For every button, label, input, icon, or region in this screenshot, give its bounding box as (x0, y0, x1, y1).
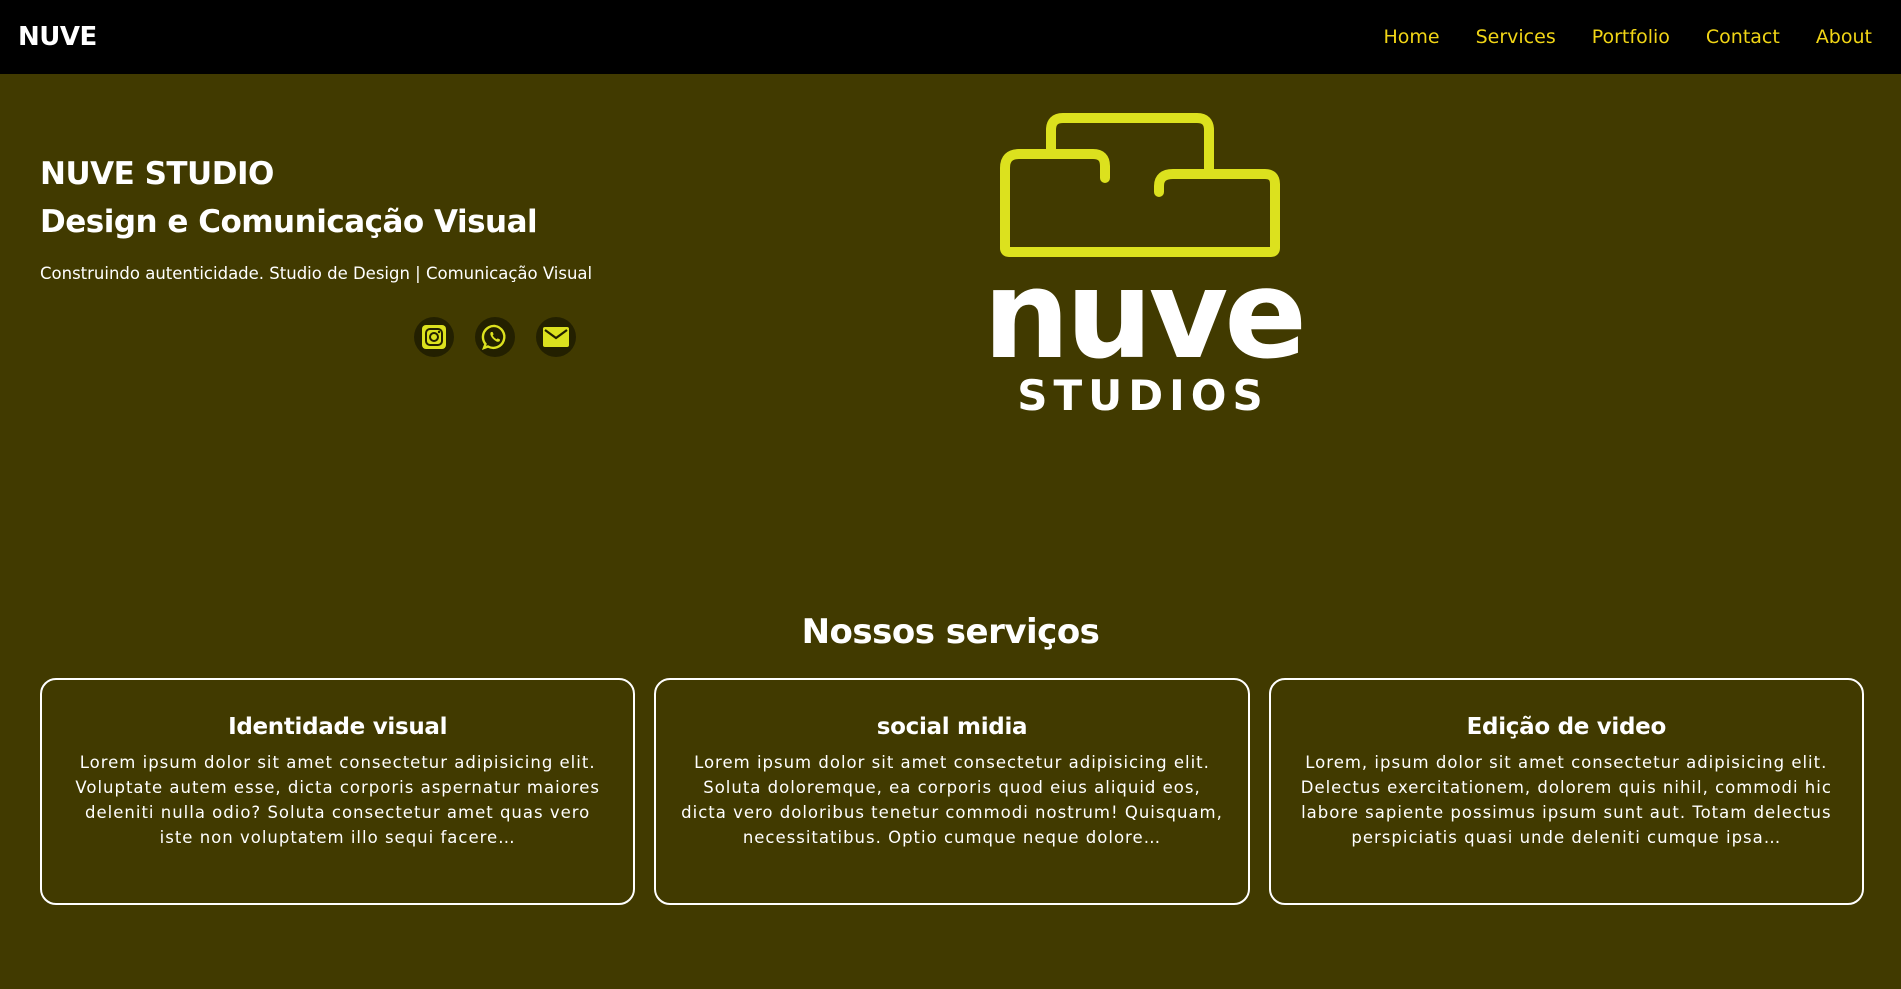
nav-link-portfolio[interactable]: Portfolio (1592, 26, 1670, 48)
service-card: Edição de video Lorem, ipsum dolor sit a… (1268, 678, 1864, 905)
hero-title: NUVE STUDIO Design e Comunicação Visual (40, 150, 600, 246)
services-cards: Identidade visual Lorem ipsum dolor sit … (40, 678, 1864, 905)
service-card: social midia Lorem ipsum dolor sit amet … (654, 678, 1250, 905)
nav-link-services[interactable]: Services (1476, 26, 1556, 48)
nav-link-home[interactable]: Home (1383, 26, 1439, 48)
brand-logo[interactable]: NUVE (18, 22, 97, 52)
instagram-icon (422, 325, 446, 349)
whatsapp-button[interactable] (475, 317, 515, 357)
navbar: NUVE Home Services Portfolio Contact Abo… (0, 0, 1901, 74)
instagram-button[interactable] (414, 317, 454, 357)
hero-title-line1: NUVE STUDIO (40, 156, 274, 192)
service-card-title: Identidade visual (228, 714, 448, 740)
whatsapp-icon (481, 324, 506, 351)
service-card-text: Lorem ipsum dolor sit amet consectetur a… (681, 753, 1223, 847)
service-card-text: Lorem, ipsum dolor sit amet consectetur … (1300, 753, 1832, 847)
services-title: Nossos serviços (801, 612, 1100, 652)
nav-link-contact[interactable]: Contact (1706, 26, 1780, 48)
logo-sub: STUDIOS (1017, 371, 1268, 417)
nav-links: Home Services Portfolio Contact About (1383, 26, 1883, 48)
email-icon (543, 327, 569, 347)
hero-title-line2: Design e Comunicação Visual (40, 204, 538, 240)
service-card-title: Edição de video (1466, 714, 1667, 740)
service-card: Identidade visual Lorem ipsum dolor sit … (40, 678, 636, 905)
service-card-title: social midia (876, 714, 1028, 740)
hero-tagline: Construindo autenticidade. Studio de Des… (40, 264, 593, 283)
email-button[interactable] (536, 317, 576, 357)
logo-word: nuve (983, 244, 1303, 386)
hero-text: NUVE STUDIO Design e Comunicação Visual … (40, 150, 600, 283)
nav-link-about[interactable]: About (1816, 26, 1872, 48)
service-card-text: Lorem ipsum dolor sit amet consectetur a… (75, 753, 600, 847)
social-links (414, 317, 576, 357)
cloud-logo-icon: nuve STUDIOS (983, 113, 1307, 420)
nuve-studios-logo: nuve STUDIOS (965, 112, 1325, 420)
